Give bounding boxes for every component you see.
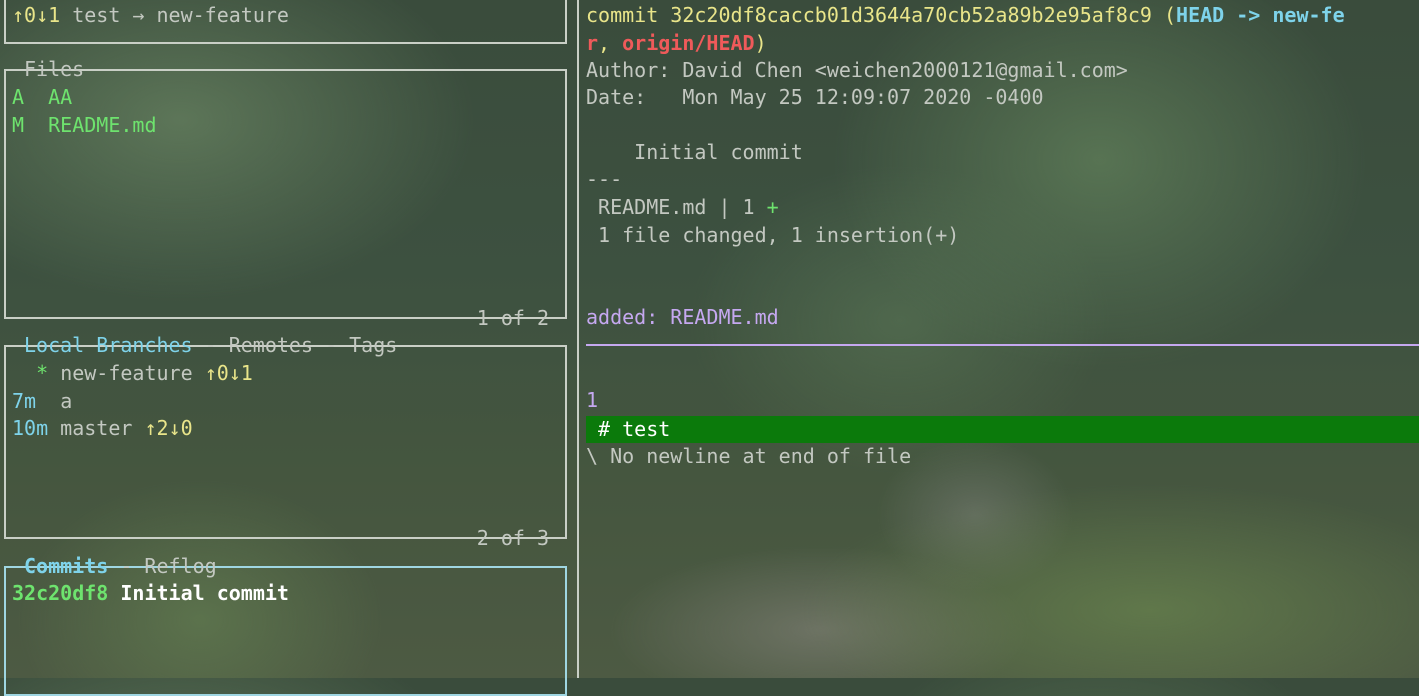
branch-tracking: ↑0↓1 xyxy=(204,361,253,385)
ref-open: ( xyxy=(1151,3,1177,27)
tab-local-branches[interactable]: Local Branches xyxy=(24,333,193,357)
commit-header-line: commit 32c20df8caccb01d3644a70cb52a89b2e… xyxy=(586,2,1345,29)
stat-file-line: README.md | 1 + xyxy=(586,194,779,221)
commit-message: Initial commit xyxy=(120,581,289,605)
status-text: test → new-feature xyxy=(72,3,289,27)
branch-name: new-feature xyxy=(60,361,193,385)
tab-separator: - xyxy=(313,333,350,357)
file-status: A xyxy=(12,85,25,109)
branches-panel-tabs: Local Branches - Remotes - Tags xyxy=(22,332,399,359)
status-line: ↑0↓1 test → new-feature xyxy=(12,2,289,29)
date-line: Date: Mon May 25 12:09:07 2020 -0400 xyxy=(586,85,1044,109)
stat-summary: 1 file changed, 1 insertion(+) xyxy=(586,223,960,247)
stat-file: README.md | 1 xyxy=(586,195,767,219)
tab-remotes[interactable]: Remotes xyxy=(229,333,313,357)
commit-hash: 32c20df8caccb01d3644a70cb52a89b2e95af8c9 xyxy=(670,3,1152,27)
tab-separator: - xyxy=(108,554,145,578)
ref-head: HEAD -> new-fe xyxy=(1176,3,1345,27)
commit-prefix: commit xyxy=(586,3,671,27)
branch-name: master xyxy=(60,416,133,440)
diff-separator xyxy=(586,344,1419,346)
file-status: M xyxy=(12,113,25,137)
commit-row[interactable]: 32c20df8 Initial commit xyxy=(12,580,289,607)
branch-age: 10m xyxy=(12,416,49,440)
tab-separator: - xyxy=(192,333,229,357)
file-item[interactable]: A AA xyxy=(12,84,72,111)
files-panel-footer: 1 of 2 xyxy=(476,306,549,330)
pane-divider[interactable] xyxy=(577,0,579,678)
branch-row[interactable]: 10m master ↑2↓0 xyxy=(12,415,193,442)
tab-commits[interactable]: Commits xyxy=(24,554,108,578)
file-name: README.md xyxy=(48,113,157,137)
ref-close: ) xyxy=(754,31,767,55)
commits-panel-tabs: Commits - Reflog xyxy=(22,553,219,580)
added-file-label: added: README.md xyxy=(586,305,779,329)
ref-wrap: r xyxy=(586,31,599,55)
diff-added-line: # test xyxy=(586,417,671,441)
branch-row[interactable]: * new-feature ↑0↓1 xyxy=(12,360,253,387)
branch-row[interactable]: 7m a xyxy=(12,388,72,415)
current-branch-marker: * xyxy=(36,361,49,385)
ref-sep: , xyxy=(598,31,623,55)
file-item[interactable]: M README.md xyxy=(12,112,157,139)
status-panel[interactable]: ↑0↓1 test → new-feature xyxy=(4,0,567,44)
branch-tracking: ↑2↓0 xyxy=(144,416,193,440)
branch-name: a xyxy=(60,389,73,413)
stat-separator: --- xyxy=(586,167,623,191)
ref-origin: origin/HEAD xyxy=(622,31,755,55)
files-panel-title: Files xyxy=(24,57,85,81)
file-name: AA xyxy=(48,85,73,109)
tab-reflog[interactable]: Reflog xyxy=(144,554,216,578)
files-panel[interactable]: Files 1 of 2 xyxy=(4,57,567,330)
branch-age: 7m xyxy=(12,389,37,413)
author-line: Author: David Chen <weichen2000121@gmail… xyxy=(586,58,1128,82)
commit-header-wrap: r, origin/HEAD) xyxy=(586,30,767,57)
branches-panel-footer: 2 of 3 xyxy=(476,526,549,550)
stat-plus: + xyxy=(766,195,779,219)
no-newline-notice: \ No newline at end of file xyxy=(586,444,912,468)
diff-added-highlight xyxy=(586,416,1419,443)
status-arrows: ↑0↓1 xyxy=(12,3,61,27)
hunk-header: 1 xyxy=(586,388,599,412)
commit-sha: 32c20df8 xyxy=(12,581,109,605)
tab-tags[interactable]: Tags xyxy=(349,333,397,357)
commit-body: Initial commit xyxy=(586,140,803,164)
